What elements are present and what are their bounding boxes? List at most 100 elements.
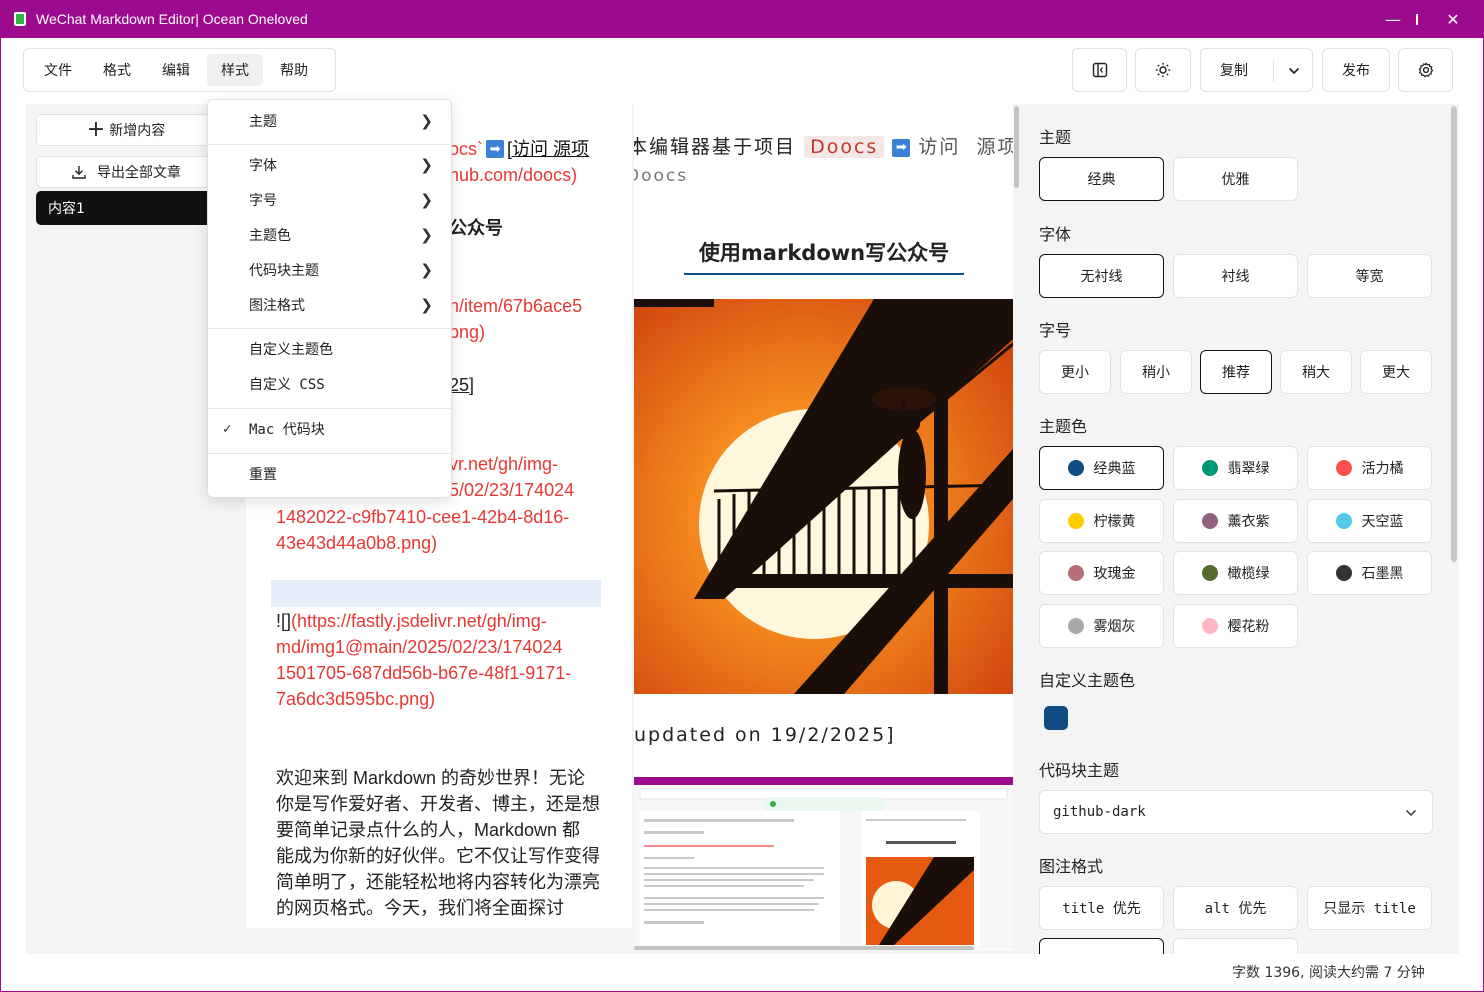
style-menu-reset[interactable]: 重置 — [208, 457, 451, 491]
size-option-small[interactable]: 稍小 — [1120, 350, 1192, 394]
style-menu-mac-code-block[interactable]: ✓ Mac 代码块 — [208, 412, 451, 446]
color-option[interactable]: 石墨黑 — [1307, 551, 1432, 595]
menu-divider — [208, 453, 451, 454]
style-menu-custom-css[interactable]: 自定义 CSS — [208, 367, 451, 401]
copy-button[interactable]: 复制 — [1220, 60, 1248, 80]
sidebar-item-content1[interactable]: 内容1 — [36, 191, 216, 225]
editor-line: ![](https://fastly.jsdelivr.net/gh/img- — [276, 611, 547, 631]
caption-option-title-first[interactable]: title 优先 — [1039, 886, 1164, 930]
menu-format[interactable]: 格式 — [89, 54, 145, 86]
check-icon: ✓ — [223, 421, 232, 437]
color-option[interactable]: 雾烟灰 — [1039, 604, 1164, 648]
color-option[interactable]: 樱花粉 — [1173, 604, 1298, 648]
color-dot-icon — [1067, 460, 1084, 476]
app-icon — [14, 12, 26, 26]
caption-title: 图注格式 — [1039, 857, 1104, 876]
theme-option-classic[interactable]: 经典 — [1039, 157, 1164, 201]
color-dot-icon — [1335, 460, 1352, 476]
caption-option-partial[interactable] — [1173, 938, 1298, 954]
code-theme-title: 代码块主题 — [1039, 761, 1120, 780]
color-option[interactable]: 活力橘 — [1307, 446, 1432, 490]
export-all-button[interactable]: 导出全部文章 — [36, 156, 216, 188]
menu-style[interactable]: 样式 — [207, 54, 263, 86]
style-menu-theme[interactable]: 主题 ❯ — [208, 104, 451, 138]
active-line-highlight — [271, 580, 601, 607]
color-dot-icon — [1201, 618, 1218, 634]
color-option[interactable]: 柠檬黄 — [1039, 499, 1164, 543]
editor-line: 要简单记录点什么的人，Markdown 都 — [276, 820, 581, 840]
menu-edit[interactable]: 编辑 — [148, 54, 204, 86]
preview-intro-line: 本编辑器基于项目 Doocs ➡ 访问 源项目 — [634, 136, 1013, 158]
preview-h-scrollbar[interactable] — [634, 946, 974, 950]
font-option-mono[interactable]: 等宽 — [1307, 254, 1432, 298]
font-option-sans[interactable]: 无衬线 — [1039, 254, 1164, 298]
color-title: 主题色 — [1039, 417, 1088, 436]
color-dot-icon — [1201, 513, 1218, 529]
font-option-serif[interactable]: 衬线 — [1173, 254, 1298, 298]
editor-line: 1482022-c9fb7410-cee1-42b4-8d16- — [276, 507, 570, 527]
doocs-inline-code: Doocs — [804, 136, 885, 158]
style-menu-size[interactable]: 字号 ❯ — [208, 183, 451, 217]
color-option[interactable]: 翡翠绿 — [1173, 446, 1298, 490]
sidebar-toggle-button[interactable] — [1072, 48, 1127, 92]
style-menu-custom-color[interactable]: 自定义主题色 — [208, 332, 451, 366]
color-option-label: 翡翠绿 — [1227, 461, 1270, 477]
editor-line: 7a6dc3d595bc.png) — [276, 689, 436, 709]
preview-doocs-line: Doocs — [634, 166, 689, 186]
plus-icon: + — [86, 117, 106, 142]
screenshot-thumbnail — [634, 777, 1013, 949]
settings-button[interactable] — [1398, 48, 1453, 92]
custom-color-swatch[interactable] — [1044, 706, 1068, 730]
copy-button-group: 复制 — [1200, 48, 1313, 92]
color-option[interactable]: 橄榄绿 — [1173, 551, 1298, 595]
menu-help[interactable]: 帮助 — [266, 54, 322, 86]
color-option[interactable]: 天空蓝 — [1307, 499, 1432, 543]
panel-v-scrollbar[interactable] — [1451, 106, 1457, 562]
color-option-label: 天空蓝 — [1361, 514, 1404, 530]
preview-v-scrollbar[interactable] — [1014, 106, 1019, 188]
sunset-image — [634, 299, 1013, 694]
font-title: 字体 — [1039, 225, 1072, 244]
color-option[interactable]: 薰衣紫 — [1173, 499, 1298, 543]
caption-option-partial[interactable] — [1039, 938, 1164, 954]
chevron-down-icon[interactable] — [1287, 64, 1301, 78]
publish-button[interactable]: 发布 — [1322, 48, 1390, 92]
editor-line: 的网页格式。今天，我们将全面探讨 — [276, 898, 564, 918]
menu-file[interactable]: 文件 — [30, 54, 86, 86]
style-menu-font[interactable]: 字体 ❯ — [208, 148, 451, 182]
color-option[interactable]: 经典蓝 — [1039, 446, 1164, 490]
caption-option-alt-first[interactable]: alt 优先 — [1173, 886, 1298, 930]
arrow-right-icon: ➡ — [892, 139, 911, 157]
status-bar: 字数 1396, 阅读大约需 7 分钟 — [1232, 965, 1425, 981]
editor-line: 欢迎来到 Markdown 的奇妙世界！无论 — [276, 768, 586, 788]
code-theme-select[interactable]: github-dark — [1039, 790, 1433, 834]
caption-option-title-only[interactable]: 只显示 title — [1307, 886, 1432, 930]
custom-color-title: 自定义主题色 — [1039, 671, 1136, 690]
color-option-label: 雾烟灰 — [1093, 619, 1136, 635]
chevron-right-icon: ❯ — [420, 156, 433, 174]
size-option-recommended[interactable]: 推荐 — [1200, 350, 1272, 394]
style-menu-code-theme[interactable]: 代码块主题 ❯ — [208, 253, 451, 287]
chevron-down-icon — [1405, 809, 1417, 817]
close-icon[interactable]: ✕ — [1430, 0, 1476, 38]
color-option-label: 薰衣紫 — [1227, 514, 1270, 530]
color-option[interactable]: 玫瑰金 — [1039, 551, 1164, 595]
editor-line: vr.net/gh/img- — [449, 454, 559, 474]
theme-title: 主题 — [1039, 128, 1072, 147]
color-dot-icon — [1335, 513, 1352, 529]
add-content-button[interactable]: + 新增内容 — [36, 114, 216, 146]
preview-updated-line: updated on 19/2/2025] — [634, 724, 896, 746]
maximize-icon[interactable] — [1371, 0, 1418, 38]
style-menu-color[interactable]: 主题色 ❯ — [208, 218, 451, 252]
color-dot-icon — [1067, 513, 1084, 529]
size-option-large[interactable]: 稍大 — [1280, 350, 1352, 394]
color-option-label: 石墨黑 — [1361, 566, 1404, 582]
theme-toggle-button[interactable] — [1135, 48, 1191, 92]
size-option-smaller[interactable]: 更小 — [1039, 350, 1111, 394]
color-option-label: 柠檬黄 — [1093, 514, 1136, 530]
editor-line: 能成为你新的好伙伴。它不仅让写作变得 — [276, 846, 600, 866]
theme-option-elegant[interactable]: 优雅 — [1173, 157, 1298, 201]
size-option-larger[interactable]: 更大 — [1360, 350, 1432, 394]
sidebar-item-label: 内容1 — [48, 201, 85, 217]
style-menu-caption[interactable]: 图注格式 ❯ — [208, 288, 451, 322]
